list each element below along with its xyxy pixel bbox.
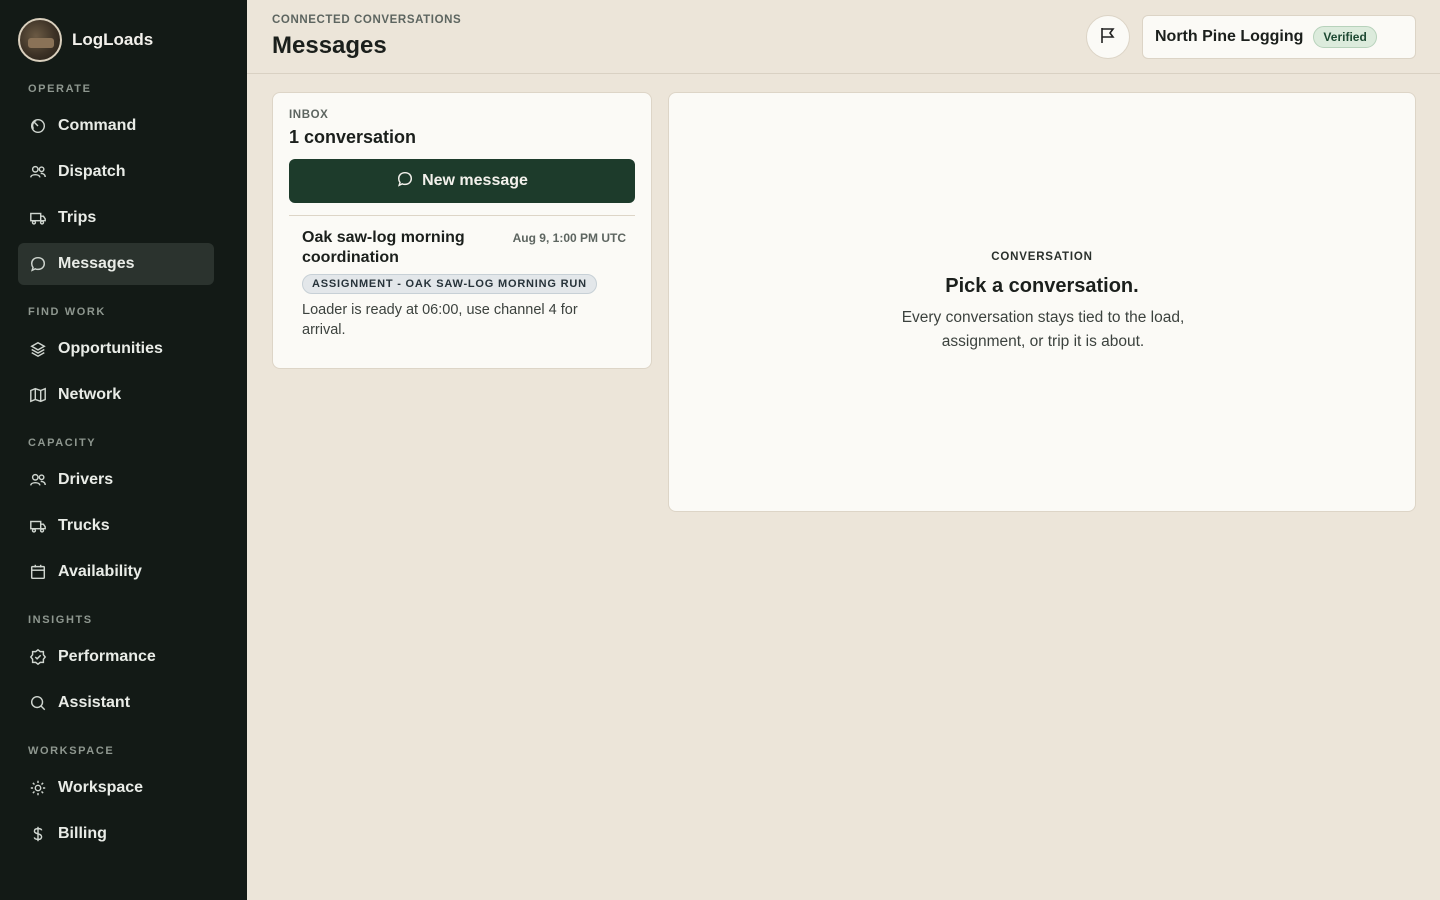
conversation-preview: Loader is ready at 06:00, use channel 4 … [302,302,578,338]
truck-icon [28,208,48,228]
badge-check-icon [28,647,48,667]
sidebar-item-label: Workspace [58,779,144,796]
sidebar-item-label: Network [58,386,122,403]
brand[interactable]: LogLoads [18,18,153,62]
sidebar-item-label: Assistant [58,694,131,711]
dollar-icon [28,824,48,844]
conversation-panel: CONVERSATION Pick a conversation. Every … [668,92,1416,512]
empty-state-description: Every conversation stays tied to the loa… [901,309,1185,350]
search-icon [28,693,48,713]
verified-badge: Verified [1313,26,1377,48]
section-label-capacity: CAPACITY [28,437,97,449]
layers-icon [28,339,48,359]
sidebar-item-label: Opportunities [58,340,163,357]
inbox-label: INBOX [289,109,329,121]
empty-state-title: Pick a conversation. [945,275,1139,297]
sidebar-item-label: Availability [58,563,142,580]
page-title: Messages [272,32,387,59]
sidebar-item-label: Trips [58,209,97,226]
flag-icon [1098,25,1118,50]
truck-logo [18,18,62,62]
sidebar-item-opportunities[interactable]: Opportunities [18,328,214,370]
section-label-workspace: WORKSPACE [28,745,115,757]
truck-icon [28,516,48,536]
page-header: CONNECTED CONVERSATIONS Messages North P… [247,0,1440,74]
sidebar-item-workspace[interactable]: Workspace [18,767,214,809]
sidebar-item-availability[interactable]: Availability [18,551,214,593]
report-button[interactable] [1086,15,1130,59]
sidebar-item-label: Drivers [58,471,114,488]
sidebar-item-label: Billing [58,825,107,842]
new-message-button[interactable]: New message [289,159,635,203]
conversation-time: Aug 9, 1:00 PM UTC [512,231,626,245]
new-message-label: New message [422,172,528,189]
brand-name: LogLoads [72,30,154,49]
inbox-panel: INBOX 1 conversation New message Oak saw… [272,92,652,369]
section-label-insights: INSIGHTS [28,614,93,626]
gauge-icon [28,116,48,136]
sidebar-item-label: Trucks [58,517,110,534]
sidebar-item-command[interactable]: Command [18,105,214,147]
sidebar-item-messages[interactable]: Messages [18,243,214,285]
org-name: North Pine Logging [1155,28,1304,45]
sidebar-item-trucks[interactable]: Trucks [18,505,214,547]
conversation-context-tag: ASSIGNMENT - OAK SAW-LOG MORNING RUN [302,274,597,294]
section-label-operate: OPERATE [28,83,92,95]
chat-icon [28,254,48,274]
sidebar: LogLoads OPERATE Command Dispatch Trips … [0,0,247,900]
sidebar-item-trips[interactable]: Trips [18,197,214,239]
users-icon [28,470,48,490]
page-eyebrow: CONNECTED CONVERSATIONS [272,14,462,26]
map-icon [28,385,48,405]
sidebar-item-drivers[interactable]: Drivers [18,459,214,501]
conversation-list-item[interactable]: Oak saw-log morning coordination Aug 9, … [289,216,635,356]
sidebar-item-billing[interactable]: Billing [18,813,214,855]
sidebar-item-assistant[interactable]: Assistant [18,682,214,724]
gear-icon [28,778,48,798]
sidebar-item-label: Dispatch [58,163,126,180]
conversation-title: Oak saw-log morning coordination [302,229,465,266]
sidebar-item-performance[interactable]: Performance [18,636,214,678]
sidebar-item-label: Command [58,117,137,134]
calendar-icon [28,562,48,582]
sidebar-item-label: Performance [58,648,156,665]
inbox-count: 1 conversation [289,127,417,147]
sidebar-item-label: Messages [58,255,135,272]
users-icon [28,162,48,182]
sidebar-item-network[interactable]: Network [18,374,214,416]
chat-icon [396,170,414,193]
org-switcher[interactable]: North Pine Logging Verified [1142,15,1416,59]
sidebar-item-dispatch[interactable]: Dispatch [18,151,214,193]
conversation-label: CONVERSATION [991,251,1093,263]
section-label-find-work: FIND WORK [28,306,106,318]
